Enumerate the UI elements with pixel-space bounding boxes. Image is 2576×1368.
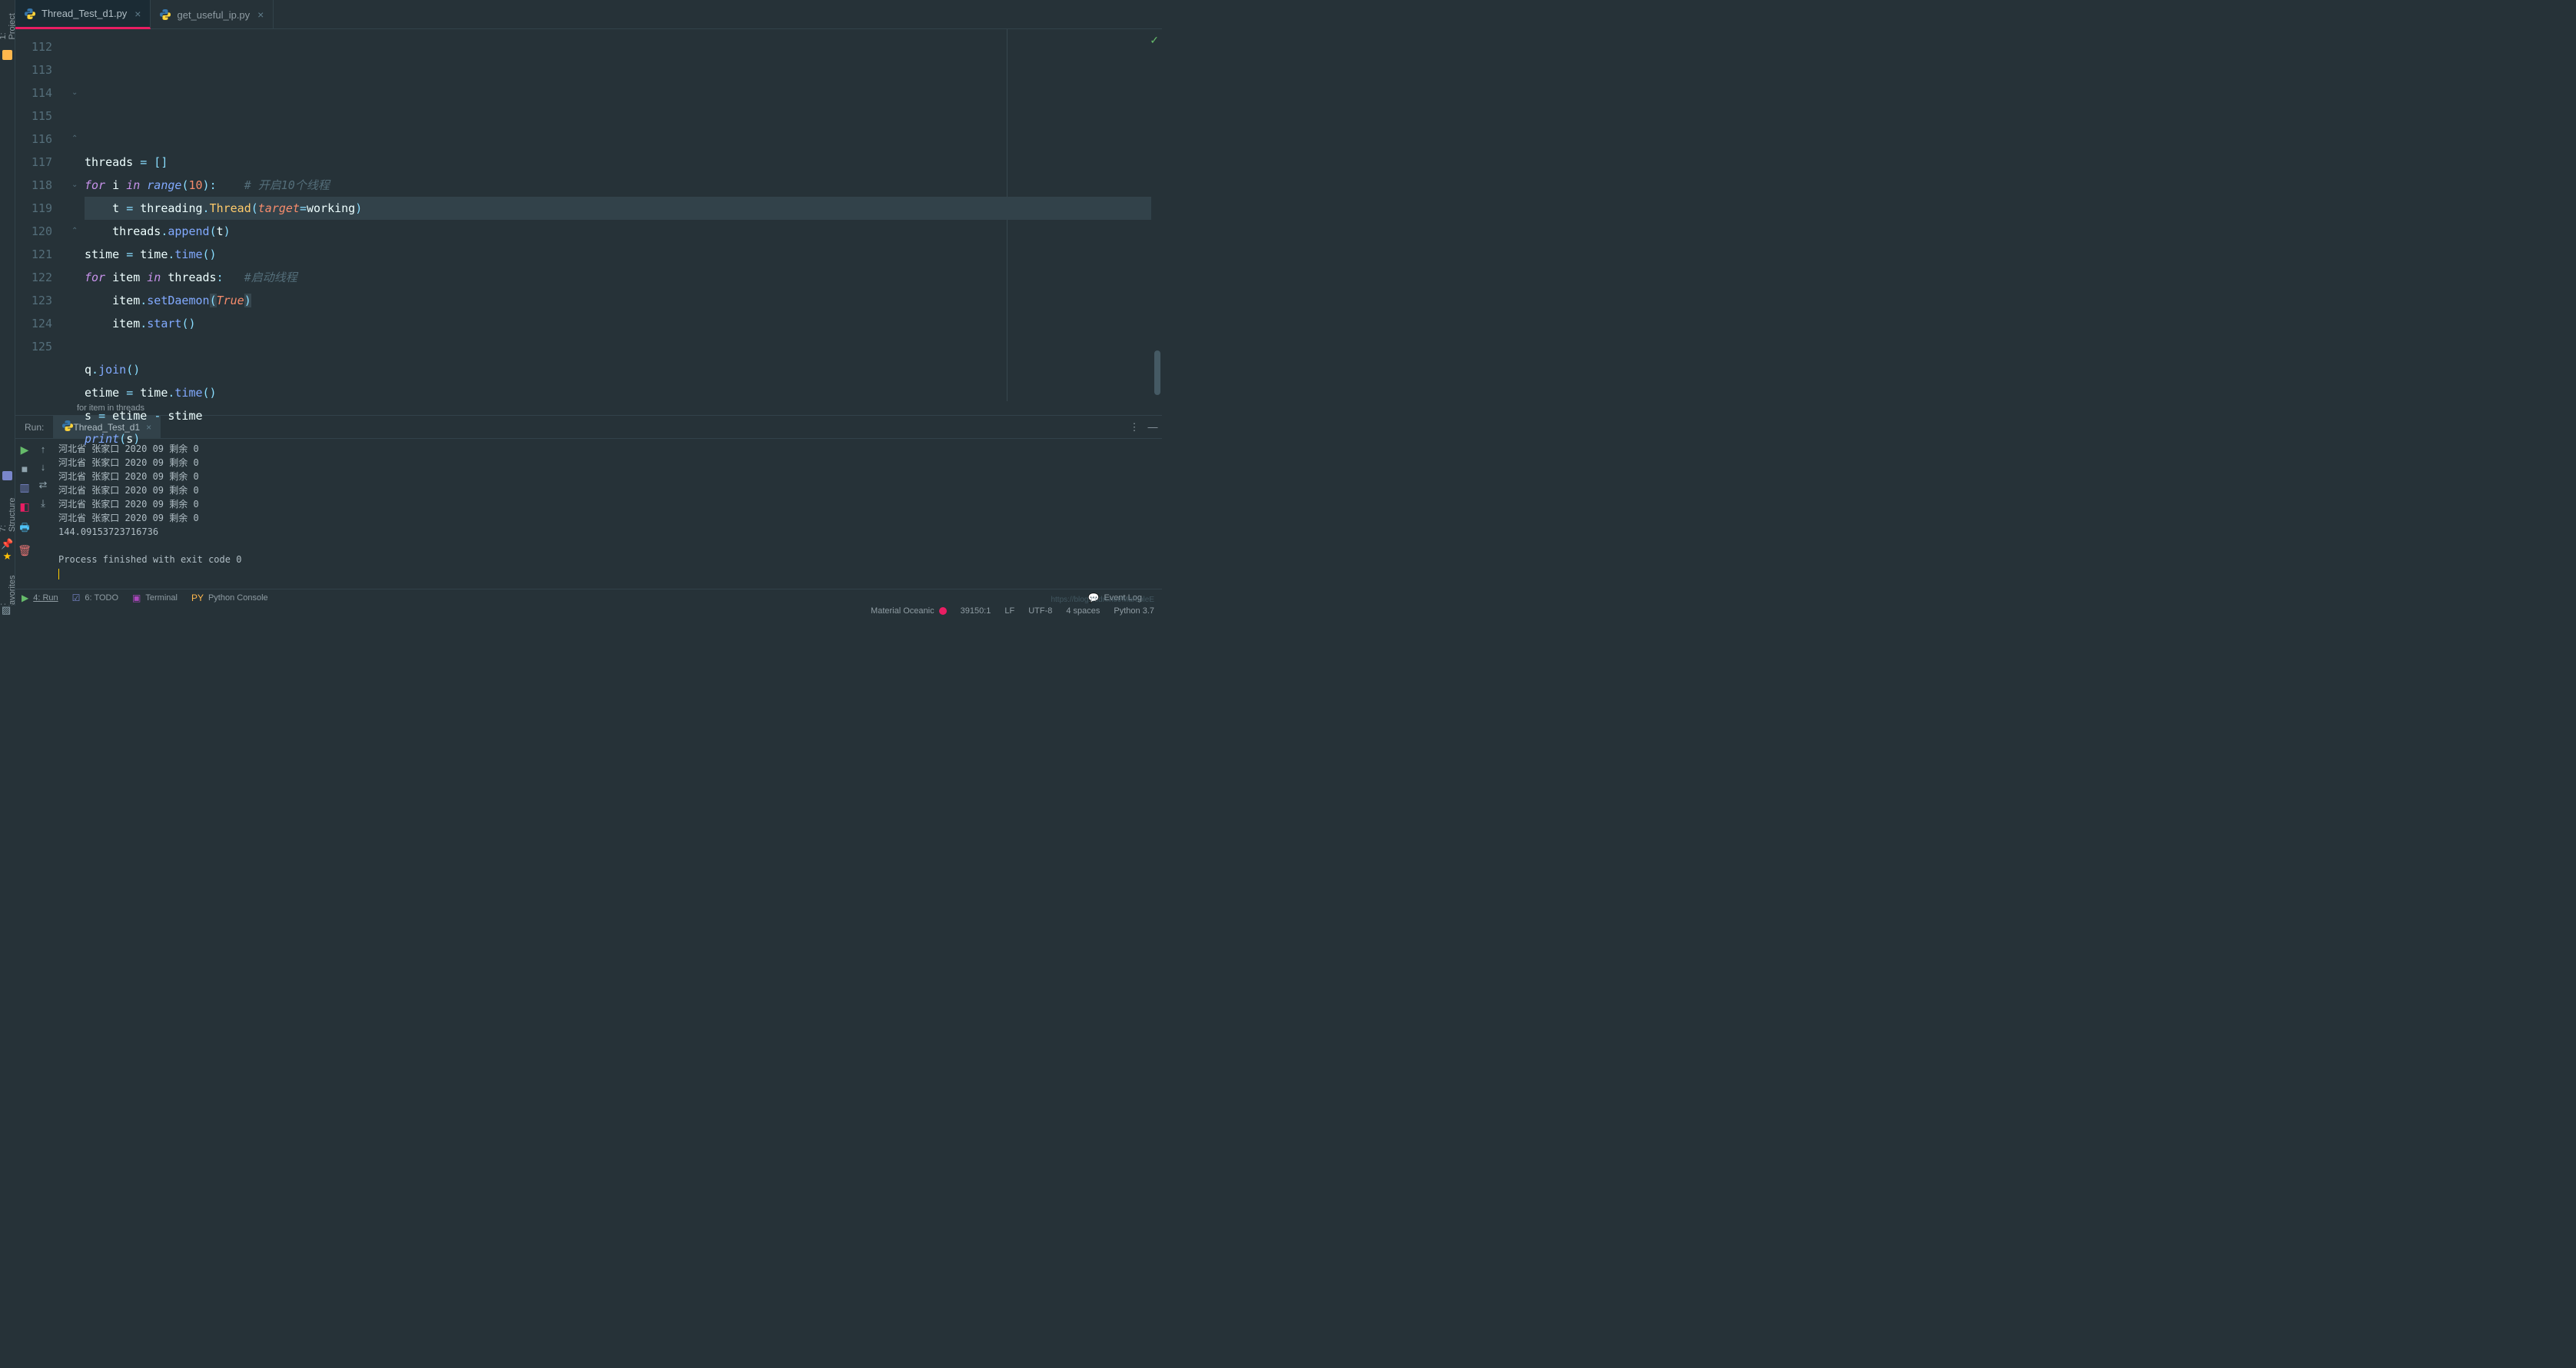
line-number: 124 [15, 312, 52, 335]
delete-icon[interactable]: 🗑 [18, 544, 32, 557]
line-number: 114 [15, 81, 52, 105]
down-icon[interactable]: ↓ [41, 461, 46, 473]
code-line[interactable]: t = threading.Thread(target=working) [85, 197, 1162, 220]
code-editor[interactable]: threads = []for i in range(10): # 开启10个线… [85, 29, 1162, 415]
theme-dot-icon [939, 607, 947, 615]
dump-icon[interactable]: ◧ [19, 500, 29, 513]
rerun-icon[interactable]: ▶ [21, 443, 29, 457]
print-icon[interactable]: 🖶 [19, 520, 29, 538]
line-number: 113 [15, 58, 52, 81]
line-number: 122 [15, 266, 52, 289]
layout-icon[interactable]: ▥ [19, 481, 29, 494]
editor-tab-bar: Thread_Test_d1.py × get_useful_ip.py × [15, 0, 1162, 29]
code-line[interactable]: print(s) [85, 427, 1162, 450]
code-line[interactable]: etime = time.time() [85, 381, 1162, 404]
left-tool-sidebar: 1: Project 7: Structure 📌 ★ 2: Favorites [0, 0, 15, 616]
run-panel-label: Run: [15, 422, 53, 433]
python-console-tool-button[interactable]: PYPython Console [191, 593, 268, 603]
run-console-output[interactable]: 河北省 张家口 2020 09 剩余 0 河北省 张家口 2020 09 剩余 … [52, 439, 1162, 589]
fold-toggle-icon[interactable]: ⌄ [71, 88, 81, 98]
project-tool-button[interactable]: 1: Project [0, 0, 17, 45]
inspection-ok-icon: ✓ [1150, 34, 1159, 47]
run-nav-col: ↑ ↓ ⇄ ⤓ [34, 439, 52, 589]
python-icon [62, 420, 73, 433]
line-number: 119 [15, 197, 52, 220]
line-number: 118 [15, 174, 52, 197]
code-line[interactable]: for item in threads: #启动线程 [85, 266, 1162, 289]
close-icon[interactable]: × [257, 8, 264, 21]
editor-tab[interactable]: Thread_Test_d1.py × [15, 0, 151, 29]
status-bar: Material Oceanic 39150:1 LF UTF-8 4 spac… [0, 606, 1162, 616]
play-icon: ▶ [22, 593, 28, 603]
indent-status[interactable]: 4 spaces [1066, 606, 1100, 616]
run-tool-button[interactable]: ▶4: Run [22, 593, 58, 603]
pin-icon: 📌 [1, 538, 13, 550]
structure-tool-button[interactable]: 7: Structure [0, 485, 17, 538]
run-actions-col: ▶ ■ ▥ ◧ 🖶 🗑 [15, 439, 34, 589]
editor-tab[interactable]: get_useful_ip.py × [151, 0, 274, 29]
stop-icon[interactable]: ■ [22, 463, 28, 475]
fold-end-icon: ⌃ [71, 227, 81, 236]
line-number: 117 [15, 151, 52, 174]
project-icon [2, 50, 12, 59]
line-ending-status[interactable]: LF [1004, 606, 1014, 616]
code-line[interactable] [85, 335, 1162, 358]
fold-column[interactable]: ⌄ ⌃ ⌄ ⌃ [69, 29, 85, 415]
tool-windows-icon[interactable]: ▨ [2, 604, 12, 615]
line-number: 116 [15, 128, 52, 151]
fold-end-icon: ⌃ [71, 134, 81, 144]
todo-tool-button[interactable]: ☑6: TODO [72, 593, 118, 603]
close-icon[interactable]: × [134, 8, 141, 20]
code-line[interactable]: stime = time.time() [85, 243, 1162, 266]
terminal-icon: ▣ [132, 593, 141, 603]
soft-wrap-icon[interactable]: ⇄ [39, 479, 48, 491]
watermark-text: https://blog.csdn.net/MarcoleE [1051, 596, 1154, 604]
encoding-status[interactable]: UTF-8 [1028, 606, 1052, 616]
python-icon [160, 9, 171, 20]
scroll-end-icon[interactable]: ⤓ [41, 497, 45, 510]
fold-toggle-icon[interactable]: ⌄ [71, 181, 81, 190]
console-cursor [58, 569, 59, 579]
bottom-tool-bar: ▶4: Run ☑6: TODO ▣Terminal PYPython Cons… [15, 589, 1162, 606]
theme-status[interactable]: Material Oceanic [871, 606, 934, 616]
py-console-icon: PY [191, 593, 204, 603]
line-number-gutter: 1121131141151161171181191201211221231241… [15, 29, 69, 415]
cursor-position-status[interactable]: 39150:1 [961, 606, 991, 616]
structure-icon [2, 471, 12, 480]
line-number: 123 [15, 289, 52, 312]
code-line[interactable]: q.join() [85, 358, 1162, 381]
line-number: 120 [15, 220, 52, 243]
star-icon: ★ [3, 550, 12, 563]
line-number: 125 [15, 335, 52, 358]
python-icon [25, 8, 35, 19]
editor-area[interactable]: 1121131141151161171181191201211221231241… [15, 29, 1162, 415]
code-line[interactable]: for i in range(10): # 开启10个线程 [85, 174, 1162, 197]
todo-icon: ☑ [72, 593, 81, 603]
up-icon[interactable]: ↑ [41, 443, 46, 455]
line-number: 112 [15, 35, 52, 58]
code-line[interactable]: threads = [] [85, 151, 1162, 174]
code-line[interactable]: s = etime - stime [85, 404, 1162, 427]
tab-filename: get_useful_ip.py [177, 9, 250, 21]
tab-filename: Thread_Test_d1.py [41, 8, 127, 19]
code-line[interactable] [85, 128, 1162, 151]
terminal-tool-button[interactable]: ▣Terminal [132, 593, 178, 603]
code-line[interactable]: item.setDaemon(True) [85, 289, 1162, 312]
code-line[interactable]: threads.append(t) [85, 220, 1162, 243]
interpreter-status[interactable]: Python 3.7 [1114, 606, 1154, 616]
line-number: 115 [15, 105, 52, 128]
line-number: 121 [15, 243, 52, 266]
code-line[interactable]: item.start() [85, 312, 1162, 335]
